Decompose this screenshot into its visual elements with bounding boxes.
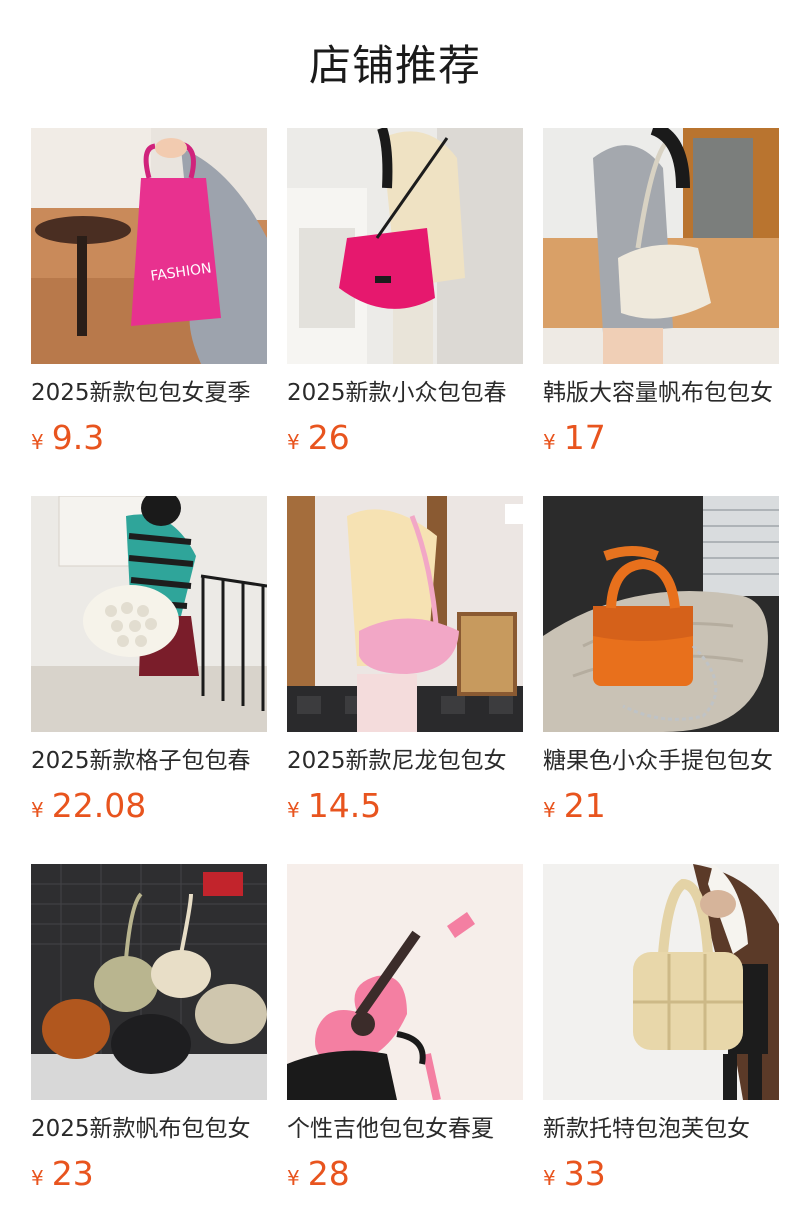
price-amount: 33 xyxy=(563,1154,606,1193)
currency-symbol: ¥ xyxy=(31,1166,44,1190)
product-image[interactable] xyxy=(543,128,779,364)
product-image[interactable] xyxy=(287,864,523,1100)
product-name[interactable]: 个性吉他包包女春夏 xyxy=(287,1114,523,1144)
price-amount: 9.3 xyxy=(51,418,105,457)
product-card[interactable]: 2025新款帆布包包女 ¥23 xyxy=(31,864,267,1232)
product-image[interactable] xyxy=(31,864,267,1100)
section-title: 店铺推荐 xyxy=(308,41,481,90)
product-price: ¥33 xyxy=(543,1154,779,1194)
product-name[interactable]: 2025新款格子包包春 xyxy=(31,746,267,776)
price-amount: 14.5 xyxy=(307,786,382,825)
product-price: ¥9.3 xyxy=(31,418,267,458)
currency-symbol: ¥ xyxy=(287,430,300,454)
magenta-crossbody-bag-photo xyxy=(287,128,523,364)
price-amount: 28 xyxy=(307,1154,350,1193)
price-amount: 22.08 xyxy=(51,786,147,825)
price-amount: 17 xyxy=(563,418,606,457)
product-name[interactable]: 2025新款帆布包包女 xyxy=(31,1114,267,1144)
product-card[interactable]: 个性吉他包包女春夏 ¥28 xyxy=(287,864,523,1232)
currency-symbol: ¥ xyxy=(543,430,556,454)
cream-canvas-shoulder-bag-photo xyxy=(543,128,779,364)
orange-handbag-chain-photo xyxy=(543,496,779,732)
product-card[interactable]: 2025新款尼龙包包女 ¥14.5 xyxy=(287,496,523,864)
product-card[interactable]: FASHION 2025新款包包女夏季 ¥9.3 xyxy=(31,128,267,496)
product-price: ¥28 xyxy=(287,1154,523,1194)
beige-puffer-tote-photo xyxy=(543,864,779,1100)
product-card[interactable]: 2025新款小众包包春 ¥26 xyxy=(287,128,523,496)
product-image[interactable]: FASHION xyxy=(31,128,267,364)
product-price: ¥23 xyxy=(31,1154,267,1194)
product-card[interactable]: 2025新款格子包包春 ¥22.08 xyxy=(31,496,267,864)
currency-symbol: ¥ xyxy=(31,798,44,822)
white-quilted-shoulder-bag-photo xyxy=(31,496,267,732)
pink-fashion-tote-photo: FASHION xyxy=(31,128,267,364)
pink-guitar-bag-photo xyxy=(287,864,523,1100)
product-price: ¥21 xyxy=(543,786,779,826)
product-image[interactable] xyxy=(287,128,523,364)
product-name[interactable]: 2025新款小众包包春 xyxy=(287,378,523,408)
price-amount: 26 xyxy=(307,418,350,457)
currency-symbol: ¥ xyxy=(31,430,44,454)
product-card[interactable]: 韩版大容量帆布包包女 ¥17 xyxy=(543,128,779,496)
pink-nylon-cloud-bag-photo xyxy=(287,496,523,732)
product-image[interactable] xyxy=(543,864,779,1100)
product-price: ¥14.5 xyxy=(287,786,523,826)
product-name[interactable]: 新款托特包泡芙包女 xyxy=(543,1114,779,1144)
product-image[interactable] xyxy=(31,496,267,732)
product-name[interactable]: 韩版大容量帆布包包女 xyxy=(543,378,779,408)
product-grid: FASHION 2025新款包包女夏季 ¥9.3 2025新款小众包包春 ¥ 2… xyxy=(31,128,779,1232)
currency-symbol: ¥ xyxy=(287,1166,300,1190)
canvas-hobo-bags-collection-photo xyxy=(31,864,267,1100)
product-price: ¥26 xyxy=(287,418,523,458)
product-price: ¥22.08 xyxy=(31,786,267,826)
product-card[interactable]: 糖果色小众手提包包女 ¥21 xyxy=(543,496,779,864)
product-card[interactable]: 新款托特包泡芙包女 ¥33 xyxy=(543,864,779,1232)
product-name[interactable]: 2025新款尼龙包包女 xyxy=(287,746,523,776)
price-amount: 23 xyxy=(51,1154,94,1193)
product-name[interactable]: 2025新款包包女夏季 xyxy=(31,378,267,408)
currency-symbol: ¥ xyxy=(543,798,556,822)
currency-symbol: ¥ xyxy=(287,798,300,822)
currency-symbol: ¥ xyxy=(543,1166,556,1190)
product-name[interactable]: 糖果色小众手提包包女 xyxy=(543,746,779,776)
product-image[interactable] xyxy=(287,496,523,732)
product-price: ¥17 xyxy=(543,418,779,458)
product-image[interactable] xyxy=(543,496,779,732)
price-amount: 21 xyxy=(563,786,606,825)
